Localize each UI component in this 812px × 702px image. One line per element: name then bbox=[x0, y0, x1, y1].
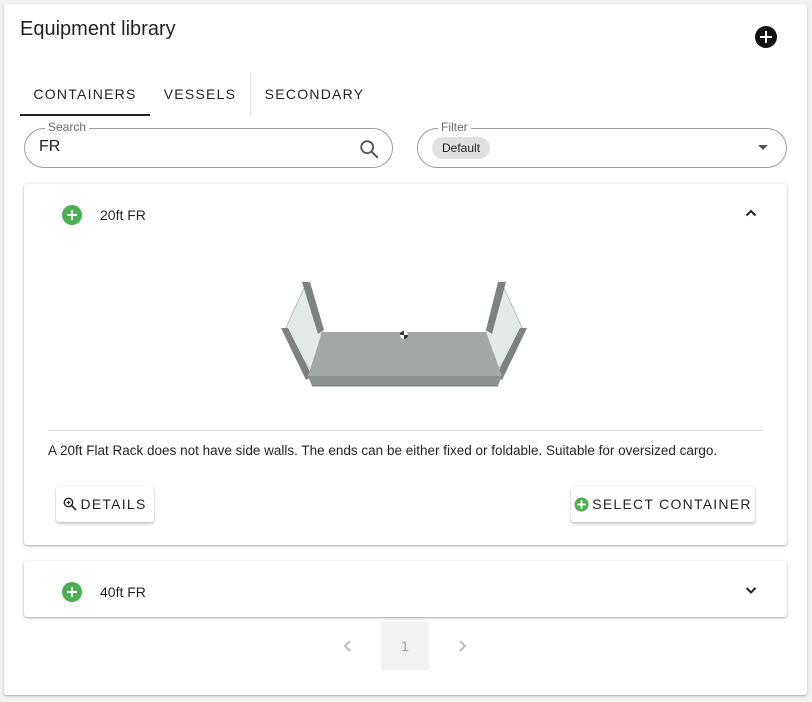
plus-circle-icon[interactable] bbox=[62, 205, 82, 225]
result-title: 20ft FR bbox=[100, 207, 146, 223]
search-label: Search bbox=[45, 120, 90, 134]
select-container-button[interactable]: SELECT CONTAINER bbox=[571, 486, 755, 522]
select-container-label: SELECT CONTAINER bbox=[592, 496, 752, 512]
tab-containers[interactable]: CONTAINERS bbox=[20, 72, 150, 116]
filter-chip-default[interactable]: Default bbox=[432, 137, 491, 159]
add-equipment-button[interactable] bbox=[755, 26, 777, 48]
filter-select[interactable]: Filter Default bbox=[417, 120, 787, 168]
caret-down-icon[interactable] bbox=[758, 145, 768, 150]
result-card-40ft-fr: 40ft FR bbox=[24, 561, 787, 617]
chevron-down-icon[interactable] bbox=[745, 584, 757, 596]
details-label: DETAILS bbox=[80, 496, 147, 512]
flat-rack-container-image bbox=[281, 282, 527, 387]
search-icon[interactable] bbox=[358, 138, 380, 160]
equipment-tabs: CONTAINERS VESSELS SECONDARY bbox=[20, 72, 378, 116]
plus-circle-icon bbox=[574, 496, 589, 512]
card-divider bbox=[48, 430, 763, 431]
plus-icon bbox=[760, 31, 772, 43]
zoom-in-icon bbox=[64, 497, 78, 511]
chevron-right-icon[interactable] bbox=[452, 636, 472, 656]
tab-vessels[interactable]: VESSELS bbox=[150, 72, 250, 116]
result-card-20ft-fr: 20ft FR A 20ft Flat Rack does not have s… bbox=[24, 184, 787, 545]
chevron-up-icon[interactable] bbox=[745, 207, 757, 219]
plus-icon bbox=[67, 210, 77, 220]
result-card-header[interactable]: 40ft FR bbox=[24, 561, 787, 617]
result-description: A 20ft Flat Rack does not have side wall… bbox=[48, 443, 718, 458]
filter-label: Filter bbox=[438, 120, 471, 134]
result-title: 40ft FR bbox=[100, 584, 146, 600]
plus-icon bbox=[67, 587, 77, 597]
page-number-current[interactable]: 1 bbox=[381, 622, 429, 670]
chevron-left-icon[interactable] bbox=[338, 636, 358, 656]
page-title: Equipment library bbox=[20, 18, 176, 40]
tab-secondary[interactable]: SECONDARY bbox=[250, 72, 378, 116]
search-field: Search bbox=[24, 120, 393, 168]
details-button[interactable]: DETAILS bbox=[56, 486, 154, 522]
equipment-library-panel: Equipment library CONTAINERS VESSELS SEC… bbox=[4, 4, 807, 695]
pagination: 1 bbox=[4, 622, 807, 670]
plus-circle-icon[interactable] bbox=[62, 582, 82, 602]
result-card-header[interactable]: 20ft FR bbox=[24, 184, 787, 240]
search-input[interactable] bbox=[39, 138, 339, 156]
